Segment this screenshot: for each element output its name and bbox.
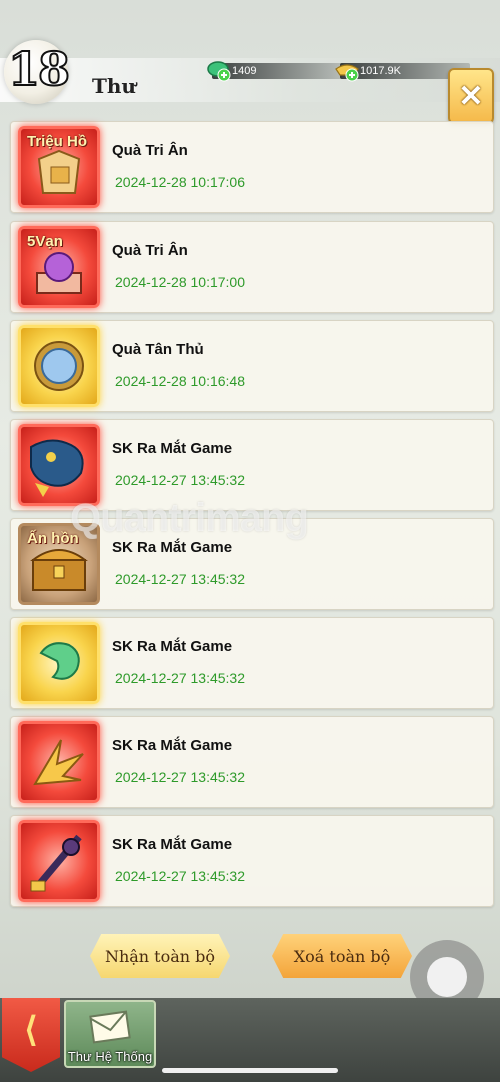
mail-item[interactable]: SK Ra Mắt Game 2024-12-27 13:45:32	[10, 617, 494, 709]
mail-date: 2024-12-28 10:17:00	[115, 274, 245, 290]
level-number: 18	[7, 41, 71, 97]
mail-date: 2024-12-28 10:17:06	[115, 174, 245, 190]
receive-all-button[interactable]: Nhận toàn bộ	[90, 934, 230, 978]
back-arrow-icon: ⟨	[24, 1011, 38, 1049]
mail-date: 2024-12-27 13:45:32	[115, 670, 245, 686]
jade-currency[interactable]: 1409	[207, 61, 342, 82]
mail-title: SK Ra Mắt Game	[112, 836, 233, 853]
watermark: Quantrimang	[70, 496, 309, 540]
mail-title: Quà Tri Ân	[112, 242, 188, 259]
mail-date: 2024-12-27 13:45:32	[115, 769, 245, 785]
mail-thumbnail: Triệu Hồ	[18, 126, 100, 208]
delete-all-button[interactable]: Xoá toàn bộ	[272, 934, 412, 978]
mail-title: SK Ra Mắt Game	[112, 440, 233, 457]
jade-amount: 1409	[232, 65, 257, 77]
mail-thumbnail	[18, 622, 100, 704]
envelope-icon	[89, 1010, 131, 1044]
gold-amount: 1017.9K	[360, 65, 401, 77]
tab-system-label: Thư Hệ Thống	[67, 1049, 153, 1064]
jade-plus-icon[interactable]	[206, 57, 232, 83]
mail-thumbnail	[18, 424, 100, 506]
green-jade-pendant-icon	[39, 642, 80, 680]
mail-item[interactable]: Triệu Hồ Quà Tri Ân 2024-12-28 10:17:06	[10, 121, 494, 213]
mail-item[interactable]: 5Vạn Quà Tri Ân 2024-12-28 10:17:00	[10, 221, 494, 313]
mail-date: 2024-12-27 13:45:32	[115, 571, 245, 587]
page-title: Thư	[92, 74, 136, 98]
mail-date: 2024-12-28 10:16:48	[115, 373, 245, 389]
golden-wing-icon	[33, 739, 84, 786]
mail-item[interactable]: SK Ra Mắt Game 2024-12-27 13:45:32	[10, 716, 494, 808]
blue-jade-disc-icon	[34, 341, 84, 391]
thumbnail-label: 5Vạn	[27, 233, 63, 250]
tab-system-mail[interactable]: Thư Hệ Thống	[64, 1000, 156, 1068]
mail-title: SK Ra Mắt Game	[112, 737, 233, 754]
thumbnail-label: Triệu Hồ	[27, 133, 88, 150]
mail-item[interactable]: SK Ra Mắt Game 2024-12-27 13:45:32	[10, 815, 494, 907]
spiked-weapon-icon	[30, 834, 82, 892]
close-button[interactable]: ✕	[448, 68, 494, 124]
mail-thumbnail	[18, 820, 100, 902]
mail-date: 2024-12-27 13:45:32	[115, 868, 245, 884]
header-bar: 18 Thư 1409 1017.9K ✕	[0, 0, 500, 124]
mail-title: SK Ra Mắt Game	[112, 539, 233, 556]
mail-title: SK Ra Mắt Game	[112, 638, 233, 655]
mail-date: 2024-12-27 13:45:32	[115, 472, 245, 488]
mail-title: Quà Tri Ân	[112, 142, 188, 159]
mail-item[interactable]: Quà Tân Thủ 2024-12-28 10:16:48	[10, 320, 494, 412]
mail-title: Quà Tân Thủ	[112, 341, 204, 358]
mail-thumbnail	[18, 325, 100, 407]
gold-ingot-plus-icon[interactable]	[334, 57, 360, 83]
dragon-mount-icon	[30, 439, 84, 497]
close-icon: ✕	[458, 79, 484, 113]
mail-thumbnail: 5Vạn	[18, 226, 100, 308]
back-button[interactable]: ⟨	[2, 998, 60, 1072]
mail-thumbnail	[18, 721, 100, 803]
home-indicator	[162, 1068, 338, 1073]
